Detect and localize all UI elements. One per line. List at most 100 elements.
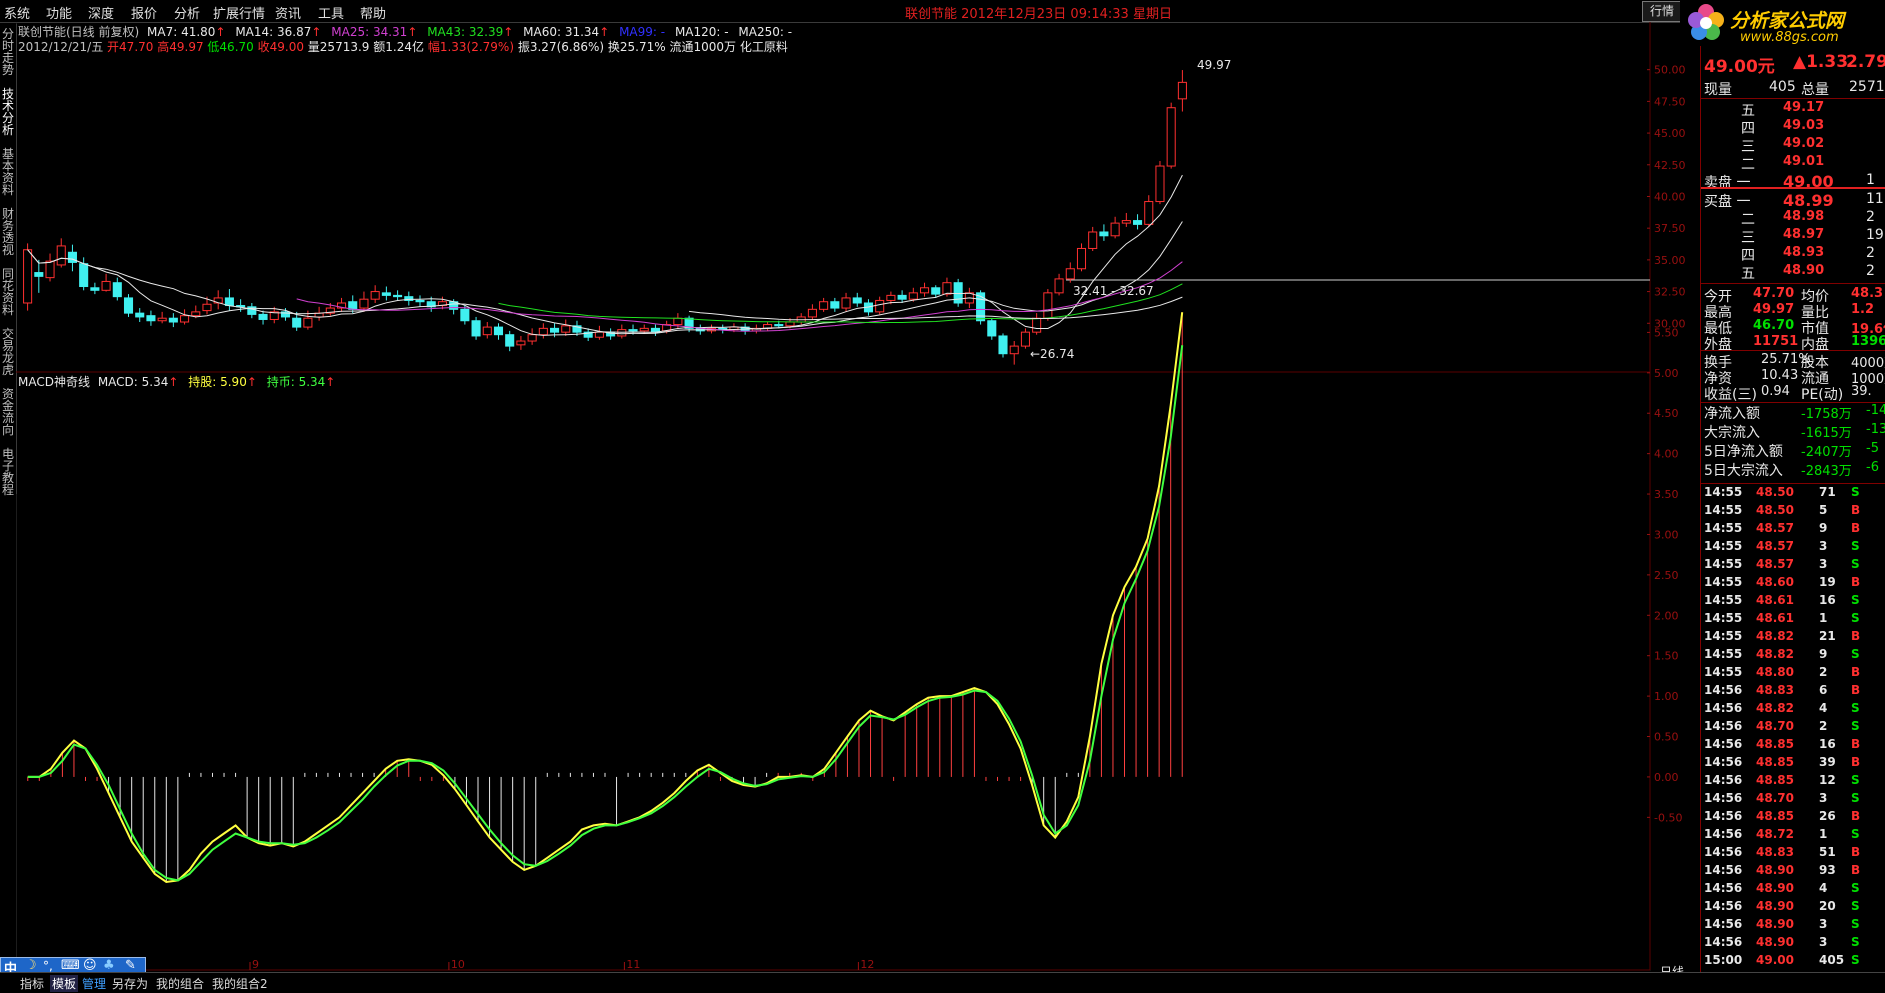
ma7-label: MA7: 41.80 <box>147 25 216 39</box>
menu-quote[interactable]: 报价 <box>131 3 157 22</box>
menu-extended-market[interactable]: 扩展行情 <box>213 3 265 22</box>
tick-side: B <box>1851 809 1861 823</box>
sell-level-price: 49.02 <box>1783 136 1825 151</box>
tick-side: B <box>1851 521 1861 535</box>
tick-time: 14:56 <box>1704 827 1743 841</box>
tick-time: 14:56 <box>1704 881 1743 895</box>
chart-frame <box>16 22 1651 971</box>
tick-time: 14:56 <box>1704 701 1743 715</box>
logo-text: 分析家公式网 <box>1730 10 1845 32</box>
stat-key: 外盘 <box>1704 337 1732 353</box>
tick-side: B <box>1851 503 1861 517</box>
tick-time: 14:56 <box>1704 899 1743 913</box>
tab-financials[interactable]: 财务透视 <box>1 208 15 256</box>
tick-price: 48.57 <box>1756 539 1794 553</box>
indicator-name: MACD神奇线 <box>18 375 90 389</box>
menu-function[interactable]: 功能 <box>46 3 72 22</box>
macd-tick-label: 3.00 <box>1654 528 1679 541</box>
tick-price: 48.82 <box>1756 701 1794 715</box>
tick-price: 48.72 <box>1756 827 1794 841</box>
tab-dragon-tiger[interactable]: 交易龙虎 <box>1 328 15 376</box>
tab-technical-analysis[interactable]: 技术分析 <box>1 88 15 136</box>
tab-save-as[interactable]: 另存为 <box>112 975 148 992</box>
tick-price: 48.80 <box>1756 665 1794 679</box>
tick-side: S <box>1851 791 1860 805</box>
tab-intraday[interactable]: 分时走势 <box>1 28 15 76</box>
candle-body <box>123 297 134 314</box>
tick-time: 14:56 <box>1704 719 1743 733</box>
candle-body <box>919 287 930 294</box>
sell-level-price: 49.03 <box>1783 118 1825 133</box>
fund-key: PE(动) <box>1801 387 1844 403</box>
tick-side: S <box>1851 881 1860 895</box>
menu-tools[interactable]: 工具 <box>318 3 344 22</box>
price-change: ▲1.33 <box>1793 52 1849 72</box>
tick-price: 48.83 <box>1756 845 1794 859</box>
tick-side: S <box>1851 611 1860 625</box>
candle-body <box>673 317 683 326</box>
tab-tutorial[interactable]: 电子教程 <box>1 448 15 496</box>
quote-panel: 49.00元 ▲1.33 2.79% 现量 405 总量 2571 五49.17… <box>1700 46 1885 992</box>
tick-time: 14:56 <box>1704 737 1743 751</box>
tick-volume: 3 <box>1819 539 1828 553</box>
tick-volume: 9 <box>1819 647 1828 661</box>
flow-value-2: -5 <box>1866 441 1879 456</box>
high-annotation: 49.97 <box>1197 58 1232 72</box>
tick-time: 14:56 <box>1704 773 1743 787</box>
tab-my-portfolio-2[interactable]: 我的组合2 <box>212 975 268 992</box>
tab-fund-flow[interactable]: 资金流向 <box>1 388 15 436</box>
tick-volume: 2 <box>1819 719 1828 733</box>
tick-side: B <box>1851 665 1861 679</box>
menu-news[interactable]: 资讯 <box>275 3 301 22</box>
tick-volume: 12 <box>1819 773 1836 787</box>
tab-ths-info[interactable]: 同花资料 <box>1 268 15 316</box>
tick-side: B <box>1851 845 1861 859</box>
candle-body <box>56 245 66 266</box>
candle-body <box>550 327 560 333</box>
candle-body <box>79 263 89 288</box>
sell-level-label: 四 <box>1741 121 1755 137</box>
stat-key: 内盘 <box>1801 337 1829 353</box>
bottom-tab-bar: 指标 模板 管理 另存为 我的组合 我的组合2 <box>0 972 1885 993</box>
tick-volume: 71 <box>1819 485 1836 499</box>
candle-body <box>460 308 470 322</box>
punctuation-icon: °, <box>43 959 53 973</box>
tick-price: 48.90 <box>1756 917 1794 931</box>
price-tick-label: 40.00 <box>1654 190 1686 203</box>
tick-side: S <box>1851 899 1860 913</box>
stat-value: 47.70 <box>1753 286 1795 301</box>
tab-my-portfolio[interactable]: 我的组合 <box>156 975 204 992</box>
candle-body <box>505 334 515 347</box>
tab-indicator[interactable]: 指标 <box>20 975 44 992</box>
tab-manage[interactable]: 管理 <box>82 975 106 992</box>
menu-depth[interactable]: 深度 <box>88 3 114 22</box>
buy-level-vol: 2 <box>1866 209 1875 225</box>
stat-value: 49.97 <box>1753 302 1795 317</box>
chart-area[interactable]: 50.00 47.50 45.00 42.50 40.00 37.50 35.00 32.50… <box>16 22 1700 972</box>
market-button[interactable]: 行情 <box>1642 1 1682 22</box>
tick-time: 14:56 <box>1704 935 1743 949</box>
tick-price: 48.90 <box>1756 863 1794 877</box>
tick-side: S <box>1851 953 1860 967</box>
tick-volume: 6 <box>1819 683 1828 697</box>
tick-volume: 4 <box>1819 701 1828 715</box>
candle-body <box>594 331 604 338</box>
keyboard-icon: ⌨ <box>61 958 80 973</box>
wrench-icon: ✎ <box>125 958 136 973</box>
flow-value: -2407万 <box>1801 445 1852 460</box>
flow-value-2: -6 <box>1866 460 1879 475</box>
menu-help[interactable]: 帮助 <box>360 3 386 22</box>
buy-level-label: 四 <box>1741 248 1755 264</box>
moving-average-lines <box>27 174 1183 336</box>
tab-basic-info[interactable]: 基本资料 <box>1 148 15 196</box>
logo-url[interactable]: www.88gs.com <box>1740 30 1839 45</box>
date-tick-label: 11 <box>626 958 640 971</box>
menu-system[interactable]: 系统 <box>4 3 30 22</box>
tab-template[interactable]: 模板 <box>50 975 79 992</box>
candle-body <box>628 329 638 332</box>
tick-time: 14:55 <box>1704 611 1743 625</box>
price-tick-label: 50.00 <box>1654 64 1686 77</box>
candle-body <box>1099 231 1109 237</box>
tick-time: 14:55 <box>1704 521 1743 535</box>
menu-analysis[interactable]: 分析 <box>174 3 200 22</box>
